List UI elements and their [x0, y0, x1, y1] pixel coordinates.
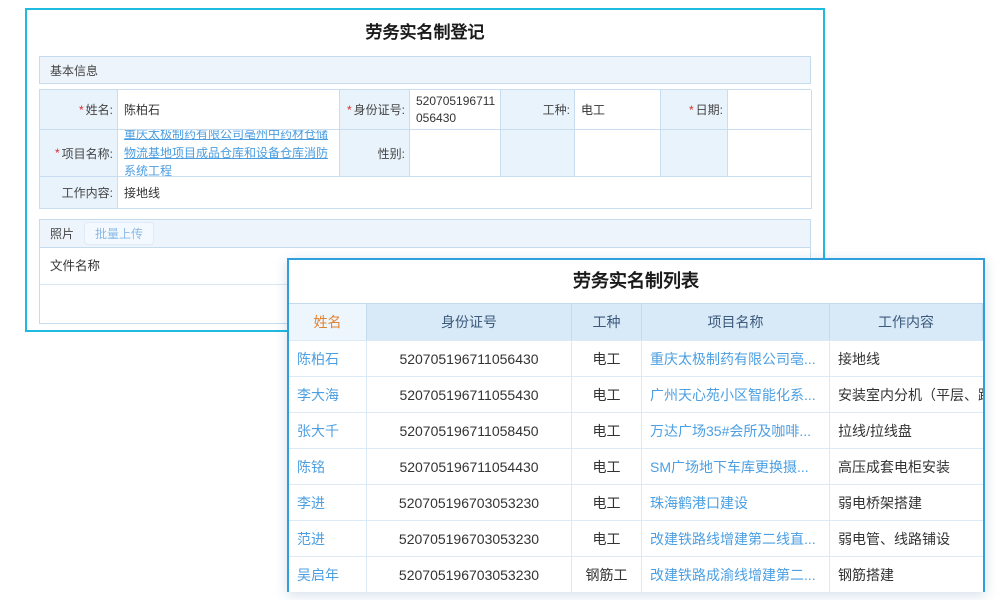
- gender-field[interactable]: [410, 130, 501, 177]
- required-marker: *: [689, 103, 694, 117]
- work-content-label: 工作内容:: [40, 177, 118, 209]
- table-cell-work: 接地线: [830, 340, 983, 376]
- column-header-id[interactable]: 身份证号: [367, 303, 572, 340]
- project-name-label: * 项目名称:: [40, 130, 118, 177]
- table-cell-work: 弱电管、线路铺设: [830, 520, 983, 556]
- table-cell-job: 电工: [572, 484, 642, 520]
- column-header-job[interactable]: 工种: [572, 303, 642, 340]
- table-cell-id: 520705196711058450: [367, 412, 572, 448]
- date-field[interactable]: [728, 90, 812, 130]
- table-cell-job: 电工: [572, 520, 642, 556]
- project-name-field[interactable]: 重庆太极制药有限公司亳州中药材仓储物流基地项目成品仓库和设备仓库消防系统工程: [118, 130, 340, 177]
- table-cell-work: 安装室内分机（平层、跃...: [830, 376, 983, 412]
- table-cell-name-link[interactable]: 范进: [289, 520, 367, 556]
- table-cell-work: 高压成套电柜安装: [830, 448, 983, 484]
- registration-form: * 姓名: 陈柏石 * 身份证号: 520705196711056430 工种:…: [39, 89, 811, 209]
- table-cell-project-link[interactable]: 广州天心苑小区智能化系...: [642, 376, 830, 412]
- job-type-field[interactable]: 电工: [575, 90, 661, 130]
- job-type-label: 工种:: [501, 90, 575, 130]
- column-header-project[interactable]: 项目名称: [642, 303, 830, 340]
- table-cell-project-link[interactable]: 重庆太极制药有限公司亳...: [642, 340, 830, 376]
- date-label: * 日期:: [661, 90, 728, 130]
- required-marker: *: [79, 103, 84, 117]
- table-cell-id: 520705196703053230: [367, 484, 572, 520]
- photo-label: 照片: [50, 225, 74, 242]
- name-field[interactable]: 陈柏石: [118, 90, 340, 130]
- required-marker: *: [55, 146, 60, 160]
- empty-label-cell: [661, 130, 728, 177]
- basic-info-section-header: 基本信息: [39, 56, 811, 84]
- id-number-field[interactable]: 520705196711056430: [410, 90, 501, 130]
- table-cell-id: 520705196703053230: [367, 556, 572, 592]
- column-header-name[interactable]: 姓名: [289, 303, 367, 340]
- required-marker: *: [347, 103, 352, 117]
- empty-value-cell: [728, 130, 812, 177]
- list-title: 劳务实名制列表: [289, 260, 983, 303]
- table-cell-project-link[interactable]: 万达广场35#会所及咖啡...: [642, 412, 830, 448]
- table-cell-project-link[interactable]: SM广场地下车库更换摄...: [642, 448, 830, 484]
- table-cell-work: 弱电桥架搭建: [830, 484, 983, 520]
- table-cell-name-link[interactable]: 李大海: [289, 376, 367, 412]
- column-header-work[interactable]: 工作内容: [830, 303, 983, 340]
- registration-title: 劳务实名制登记: [39, 10, 811, 56]
- table-cell-name-link[interactable]: 张大千: [289, 412, 367, 448]
- work-content-field[interactable]: 接地线: [118, 177, 812, 209]
- table-cell-work: 拉线/拉线盘: [830, 412, 983, 448]
- table-cell-job: 电工: [572, 448, 642, 484]
- batch-upload-button[interactable]: 批量上传: [84, 222, 154, 245]
- table-cell-id: 520705196711054430: [367, 448, 572, 484]
- table-cell-work: 钢筋搭建: [830, 556, 983, 592]
- table-cell-job: 电工: [572, 376, 642, 412]
- table-cell-id: 520705196711056430: [367, 340, 572, 376]
- project-name-link[interactable]: 重庆太极制药有限公司亳州中药材仓储物流基地项目成品仓库和设备仓库消防系统工程: [124, 130, 335, 177]
- table-cell-name-link[interactable]: 李进: [289, 484, 367, 520]
- table-cell-job: 电工: [572, 412, 642, 448]
- id-number-label: * 身份证号:: [340, 90, 410, 130]
- empty-label-cell: [501, 130, 575, 177]
- table-cell-id: 520705196711055430: [367, 376, 572, 412]
- table-cell-project-link[interactable]: 改建铁路线增建第二线直...: [642, 520, 830, 556]
- name-label: * 姓名:: [40, 90, 118, 130]
- table-cell-name-link[interactable]: 陈铭: [289, 448, 367, 484]
- empty-value-cell: [575, 130, 661, 177]
- list-panel: 劳务实名制列表 姓名 身份证号 工种 项目名称 工作内容 陈柏石 5207051…: [287, 258, 985, 592]
- table-cell-project-link[interactable]: 改建铁路成渝线增建第二...: [642, 556, 830, 592]
- photo-section-header: 照片 批量上传: [40, 220, 810, 248]
- table-cell-job: 电工: [572, 340, 642, 376]
- gender-label: 性别:: [340, 130, 410, 177]
- table-cell-name-link[interactable]: 陈柏石: [289, 340, 367, 376]
- labor-table: 姓名 身份证号 工种 项目名称 工作内容 陈柏石 520705196711056…: [289, 303, 983, 592]
- table-cell-job: 钢筋工: [572, 556, 642, 592]
- table-cell-name-link[interactable]: 吴启年: [289, 556, 367, 592]
- basic-info-label: 基本信息: [50, 64, 98, 78]
- table-cell-project-link[interactable]: 珠海鹤港口建设: [642, 484, 830, 520]
- table-cell-id: 520705196703053230: [367, 520, 572, 556]
